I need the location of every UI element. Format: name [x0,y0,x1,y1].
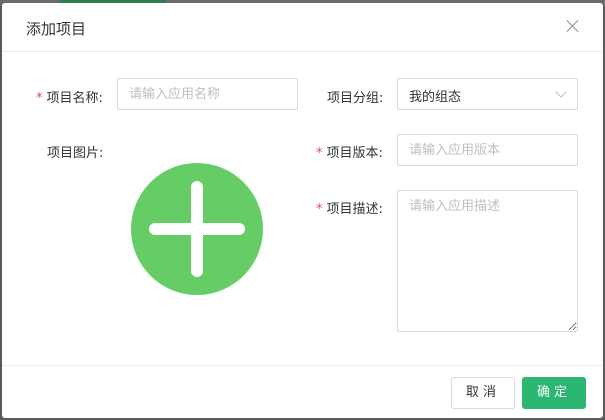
project-image-label: 项目图片: [47,146,104,161]
dialog-header: 添加项目 [2,3,603,52]
add-image-button[interactable] [131,163,263,295]
required-mark: * [36,91,43,106]
project-version-label: * 项目版本: [316,146,383,161]
dialog-title: 添加项目 [26,20,87,38]
project-name-label: * 项目名称: [36,91,103,106]
project-group-select[interactable]: 我的组态 [397,78,578,110]
dialog-footer: 取消 确定 [2,365,603,419]
required-mark: * [316,202,323,217]
close-icon[interactable] [564,17,582,35]
project-description-textarea[interactable] [397,190,578,332]
project-name-input[interactable] [117,78,298,110]
project-group-value: 我的组态 [409,90,462,105]
add-project-dialog: 添加项目 *项目名称: 项目分组: 我的组态 项目图片: *项目版本: *项目描… [2,3,603,418]
project-version-input[interactable] [397,134,578,166]
chevron-down-icon [555,86,567,98]
confirm-button[interactable]: 确定 [522,377,586,409]
project-group-label: 项目分组: [327,91,384,106]
required-mark: * [316,146,323,161]
project-description-label: * 项目描述: [316,202,383,217]
cancel-button[interactable]: 取消 [451,377,515,409]
